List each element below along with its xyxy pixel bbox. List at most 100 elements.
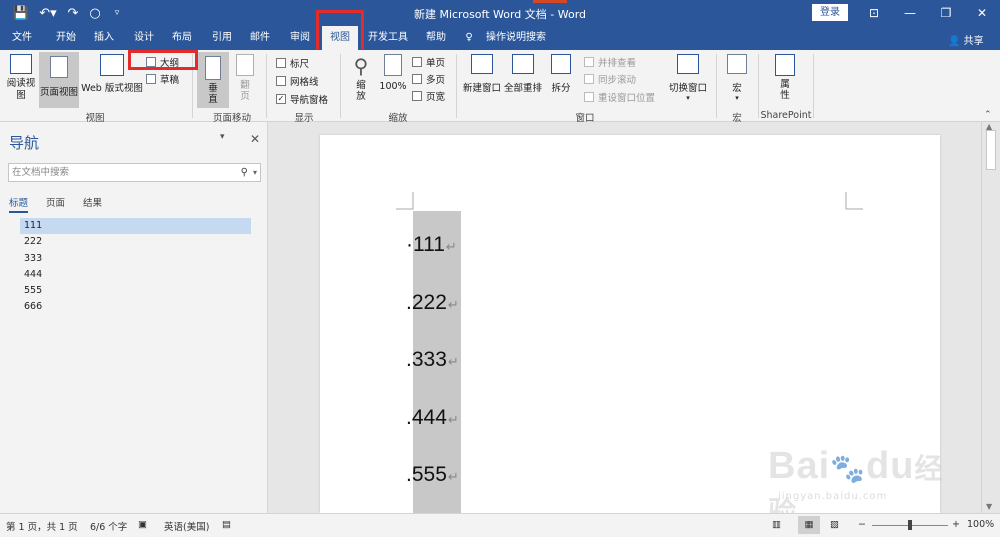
tab-layout[interactable]: 布局: [166, 26, 198, 50]
ribbon-separator: [266, 54, 267, 118]
view-side-by-side-button[interactable]: 并排查看: [584, 55, 636, 69]
scroll-thumb[interactable]: [986, 130, 996, 170]
macro-record-icon[interactable]: ▤: [222, 519, 231, 530]
watermark-brand: Bai: [768, 445, 831, 487]
share-label: 共享: [963, 36, 984, 47]
split-button[interactable]: 拆分: [546, 54, 576, 108]
magnifier-icon: ⚲: [353, 54, 369, 78]
restore-icon[interactable]: ❐: [934, 3, 958, 23]
document-paragraph[interactable]: .444↵: [406, 406, 459, 430]
document-paragraph[interactable]: .333↵: [406, 348, 459, 372]
multiple-pages-button[interactable]: 多页: [412, 72, 445, 86]
tab-home[interactable]: 开始: [50, 26, 82, 50]
page-width-button[interactable]: 页宽: [412, 89, 445, 103]
arrange-all-icon: [512, 54, 534, 74]
vertical-button[interactable]: 垂直: [197, 52, 229, 108]
arrange-all-button[interactable]: 全部重排: [503, 54, 543, 108]
baidu-jingyan-watermark: Bai🐾du经验 jingyan.baidu.com: [768, 445, 948, 527]
ribbon-separator: [716, 54, 717, 118]
title-bar: 💾 ↶▾ ↷ ○ ▿ 新建 Microsoft Word 文档 - Word 登…: [0, 0, 1000, 26]
read-mode-button[interactable]: 阅读视图: [4, 54, 38, 108]
zoom-slider-knob[interactable]: [908, 520, 912, 530]
page-width-icon: [412, 91, 422, 101]
scroll-down-icon[interactable]: ▼: [986, 502, 992, 511]
search-input[interactable]: 在文档中搜索 ⚲ ▾: [8, 163, 261, 182]
document-paragraph[interactable]: ·111↵: [406, 233, 457, 257]
nav-pane-checkbox[interactable]: ✓ 导航窗格: [276, 92, 328, 106]
zoom-level[interactable]: 100%: [967, 519, 994, 530]
print-layout-button[interactable]: 页面视图: [39, 52, 79, 108]
paragraph-text: 333: [411, 348, 447, 371]
switch-windows-button[interactable]: 切换窗口 ▾: [666, 54, 710, 108]
side-by-side-icon: [584, 57, 594, 67]
properties-button[interactable]: 属性: [770, 54, 800, 108]
navigation-pane: 导航 ▾ ✕ 在文档中搜索 ⚲ ▾ 标题 页面 结果 111 222 333 4…: [0, 122, 268, 513]
nav-tab-pages[interactable]: 页面: [46, 195, 65, 213]
side-to-side-button[interactable]: 翻页: [231, 54, 259, 108]
tab-help[interactable]: 帮助: [420, 26, 452, 50]
heading-item[interactable]: 555: [20, 283, 251, 299]
ribbon-separator: [456, 54, 457, 118]
collapse-ribbon-icon[interactable]: ⌃: [984, 110, 992, 120]
paragraph-mark: ↵: [447, 412, 459, 427]
heading-item[interactable]: 333: [20, 251, 251, 267]
tab-design[interactable]: 设计: [128, 26, 160, 50]
tab-review[interactable]: 审阅: [284, 26, 316, 50]
side-by-side-label: 并排查看: [598, 58, 637, 69]
ribbon-separator: [758, 54, 759, 118]
tab-file[interactable]: 文件: [6, 26, 38, 50]
macros-button[interactable]: 宏 ▾: [722, 54, 752, 108]
page-width-label: 页宽: [426, 92, 446, 103]
print-layout-label: 页面视图: [39, 87, 78, 98]
web-layout-view-icon[interactable]: ▧: [830, 519, 839, 530]
minimize-icon[interactable]: —: [898, 3, 922, 23]
nav-tab-results[interactable]: 结果: [83, 195, 102, 213]
zoom-in-icon[interactable]: +: [952, 519, 960, 530]
heading-item[interactable]: 111: [20, 218, 251, 235]
one-page-button[interactable]: 单页: [412, 55, 445, 69]
macros-label: 宏: [732, 83, 742, 94]
share-button[interactable]: 👤 共享: [948, 32, 984, 47]
ribbon-separator: [813, 54, 814, 118]
tab-mailings[interactable]: 邮件: [244, 26, 276, 50]
tab-developer[interactable]: 开发工具: [364, 26, 412, 50]
read-mode-view-icon[interactable]: ▥: [772, 519, 781, 530]
tab-references[interactable]: 引用: [206, 26, 238, 50]
switch-windows-label: 切换窗口: [668, 83, 707, 94]
chevron-down-icon[interactable]: ▾: [220, 132, 225, 142]
nav-tab-headings[interactable]: 标题: [9, 195, 29, 213]
heading-item[interactable]: 444: [20, 267, 251, 283]
tell-me-search[interactable]: 操作说明搜索: [480, 26, 552, 50]
ribbon-display-icon[interactable]: ⊡: [862, 3, 886, 23]
document-paragraph[interactable]: .222↵: [406, 291, 459, 315]
ruler-check: [276, 58, 286, 68]
watermark-url: jingyan.baidu.com: [778, 491, 888, 502]
document-paragraph[interactable]: .555↵: [406, 463, 459, 487]
close-icon[interactable]: ✕: [250, 132, 260, 146]
gridlines-checkbox[interactable]: 网格线: [276, 74, 319, 88]
page-count[interactable]: 第 1 页，共 1 页: [6, 519, 78, 533]
search-options-icon[interactable]: ▾: [253, 164, 257, 181]
print-layout-view-icon[interactable]: ▦: [798, 516, 820, 534]
proofing-icon[interactable]: ▣: [138, 519, 147, 530]
language-indicator[interactable]: 英语(美国): [164, 519, 209, 533]
tab-insert[interactable]: 插入: [88, 26, 120, 50]
vertical-label: 垂直: [208, 83, 218, 105]
properties-label: 属性: [780, 79, 790, 101]
ruler-checkbox[interactable]: 标尺: [276, 56, 309, 70]
draft-button[interactable]: 草稿: [146, 72, 179, 86]
zoom-out-icon[interactable]: −: [858, 519, 866, 530]
reset-window-position-button[interactable]: 重设窗口位置: [584, 90, 655, 104]
word-count[interactable]: 6/6 个字: [90, 519, 127, 533]
heading-item[interactable]: 222: [20, 234, 251, 250]
zoom-button[interactable]: ⚲ 缩放: [346, 54, 376, 108]
watermark-brand-2: du: [866, 445, 915, 487]
login-button[interactable]: 登录: [812, 4, 848, 21]
close-icon[interactable]: ✕: [970, 3, 994, 23]
sync-scroll-button[interactable]: 同步滚动: [584, 72, 636, 86]
heading-item[interactable]: 666: [20, 299, 251, 315]
zoom-100-button[interactable]: 100%: [378, 54, 408, 108]
new-window-button[interactable]: 新建窗口: [462, 54, 502, 108]
search-icon[interactable]: ⚲: [241, 164, 248, 181]
vertical-scrollbar[interactable]: ▲ ▼: [981, 122, 1000, 513]
